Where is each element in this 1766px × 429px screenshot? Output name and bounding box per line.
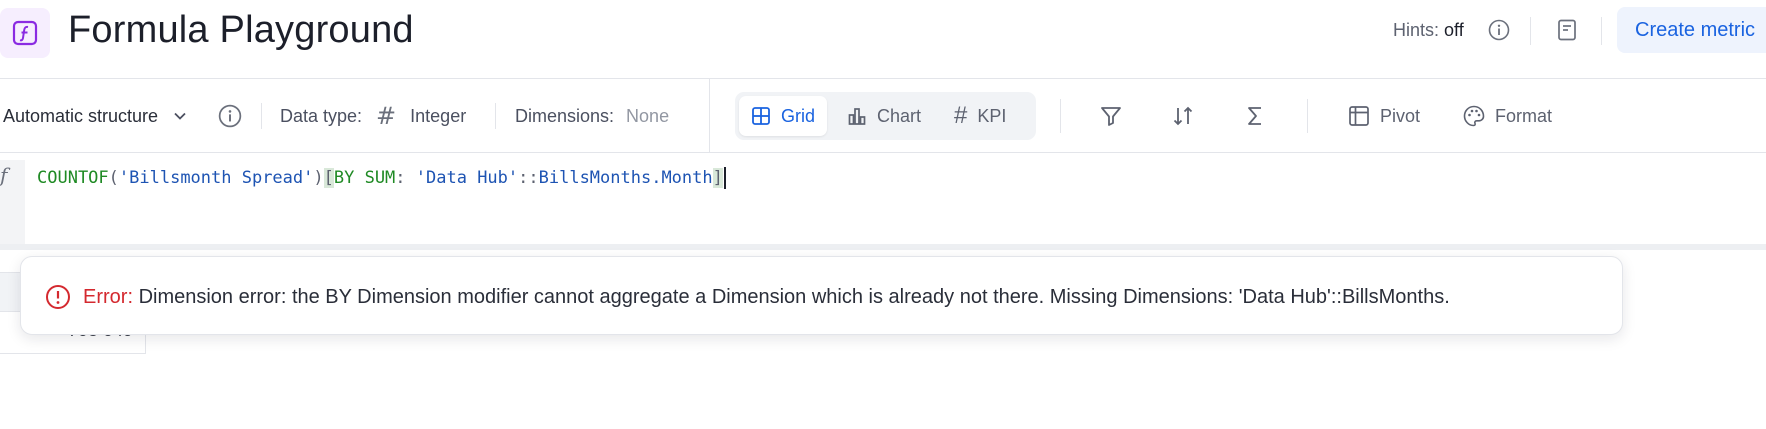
tab-grid[interactable]: Grid (739, 96, 828, 136)
structure-label: Automatic structure (3, 105, 159, 126)
info-icon[interactable] (1488, 19, 1510, 41)
error-icon (46, 285, 70, 309)
pivot-label: Pivot (1380, 105, 1421, 126)
header-divider (1530, 17, 1531, 45)
tab-chart[interactable]: Chart (835, 96, 933, 136)
dimensions-value: None (626, 105, 670, 126)
error-message-popup: Error: Dimension error: the BY Dimension… (20, 256, 1623, 335)
hints-label: Hints: (1393, 20, 1440, 40)
error-message: Dimension error: the BY Dimension modifi… (138, 286, 1450, 308)
formula-bracket: [ (323, 168, 334, 188)
view-switcher: Grid Chart # KPI (735, 92, 1036, 140)
sigma-icon[interactable] (1243, 104, 1267, 128)
text-caret (723, 167, 726, 189)
header-divider (1601, 17, 1602, 45)
tab-chart-label: Chart (877, 105, 922, 126)
format-button[interactable]: Format (1462, 79, 1552, 153)
formula-namespace: 'Data Hub' (415, 168, 519, 188)
toolbar-divider (1307, 99, 1308, 133)
formula-metric-arg: 'Billsmonth Spread' (118, 168, 314, 188)
view-toolbar: Automatic structure Data type: # Integer… (0, 79, 1766, 153)
info-icon[interactable] (218, 104, 242, 128)
format-label: Format (1495, 105, 1553, 126)
data-type-value: Integer (410, 105, 467, 126)
page-header: Formula Playground Hints: off Create met… (0, 0, 1766, 79)
toolbar-divider (1060, 99, 1061, 133)
data-type-label: Data type: (280, 105, 363, 126)
tab-grid-label: Grid (781, 105, 816, 126)
tab-kpi-label: KPI (977, 105, 1007, 126)
grid-icon (752, 107, 770, 125)
data-type-info: Data type: # Integer (280, 79, 466, 153)
tab-kpi[interactable]: # KPI (942, 96, 1018, 136)
function-icon: f (0, 163, 8, 187)
structure-dropdown[interactable]: Automatic structure (3, 79, 189, 153)
create-metric-button[interactable]: Create metric (1617, 7, 1766, 53)
dimensions-label: Dimensions: (515, 105, 615, 126)
page-title: Formula Playground (68, 9, 414, 51)
error-title: Error: (83, 286, 133, 308)
filter-icon[interactable] (1099, 104, 1123, 128)
formula-text[interactable]: COUNTOF('Billsmonth Spread')[BY SUM: 'Da… (37, 166, 726, 190)
formula-paren: ) (313, 168, 324, 188)
formula-separator: :: (518, 168, 539, 188)
bar-chart-icon (848, 108, 866, 125)
sort-icon[interactable] (1171, 104, 1195, 128)
toolbar-divider (709, 79, 710, 153)
formula-paren: ( (108, 168, 119, 188)
pivot-icon (1349, 106, 1369, 126)
formula-modifier: BY SUM (333, 168, 396, 188)
toolbar-divider (261, 103, 262, 129)
document-icon[interactable] (1555, 18, 1579, 42)
formula-dimension: BillsMonths.Month (538, 168, 713, 188)
formula-function: COUNTOF (37, 168, 109, 188)
chevron-down-icon (174, 112, 186, 120)
hash-icon: # (954, 102, 968, 129)
dimensions-info[interactable]: Dimensions: None (515, 79, 669, 153)
palette-icon (1463, 105, 1485, 127)
hints-value: off (1444, 20, 1464, 40)
formula-icon (0, 8, 50, 58)
error-text: Error: Dimension error: the BY Dimension… (83, 283, 1450, 311)
formula-bracket: ] (712, 168, 723, 188)
pivot-button[interactable]: Pivot (1348, 79, 1420, 153)
formula-colon: : (395, 168, 416, 188)
hash-icon: # (376, 102, 397, 130)
hints-toggle[interactable]: Hints: off (1393, 18, 1464, 42)
toolbar-divider (495, 103, 496, 129)
